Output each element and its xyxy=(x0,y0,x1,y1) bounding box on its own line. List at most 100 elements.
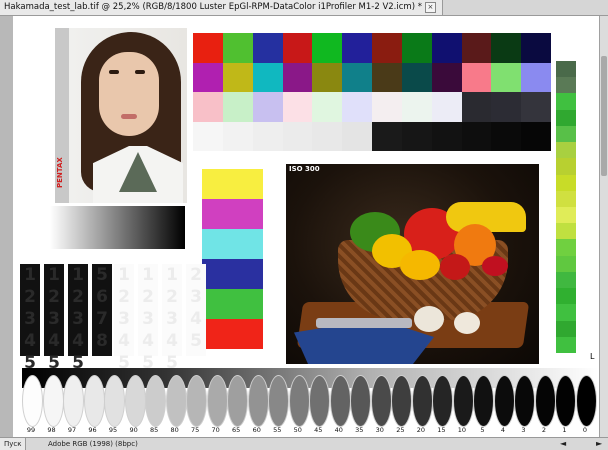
color-patch xyxy=(372,33,402,63)
color-patch xyxy=(461,33,492,63)
color-patch xyxy=(312,62,343,92)
gray-ellipse-label: 25 xyxy=(396,426,405,434)
gray-ellipse xyxy=(288,375,310,427)
green-step-patch xyxy=(556,109,576,126)
gray-ellipse xyxy=(576,375,597,427)
vertical-color-strip xyxy=(202,169,263,349)
light-digit-bar: 12345 xyxy=(114,264,134,373)
green-step-patch xyxy=(556,223,576,240)
color-patch-grid xyxy=(193,33,551,151)
green-step-patch xyxy=(556,61,576,78)
gray-ellipse xyxy=(42,375,64,427)
gray-ellipse xyxy=(555,375,577,427)
color-patch xyxy=(491,62,522,92)
dark-digit-bar: 5678 xyxy=(92,264,112,356)
color-patch xyxy=(372,92,402,122)
brand-logo: PENTAX xyxy=(56,157,64,189)
gray-ellipse xyxy=(370,375,392,427)
color-patch xyxy=(222,121,253,151)
portrait-lips xyxy=(121,114,137,119)
gray-ellipse-label: 5 xyxy=(480,426,485,434)
color-patch xyxy=(342,33,372,63)
gray-ellipse-label: 65 xyxy=(232,426,241,434)
color-patch xyxy=(222,33,253,63)
document-tab[interactable]: Hakamada_test_lab.tif @ 25,2% (RGB/8/180… xyxy=(0,0,443,15)
light-digit-bar: 2345 xyxy=(186,264,206,356)
color-patch xyxy=(461,121,492,151)
gray-ellipse-label: 55 xyxy=(273,426,282,434)
vertical-color-patch xyxy=(202,169,263,199)
gradient-bar xyxy=(50,206,185,249)
gray-ellipse xyxy=(514,375,536,427)
green-step-patch xyxy=(556,320,576,337)
gray-ellipse xyxy=(186,375,208,427)
gray-ellipse xyxy=(124,375,146,427)
color-patch xyxy=(461,62,492,92)
dark-digit-bar: 12345 xyxy=(20,264,40,373)
color-patch xyxy=(222,92,253,122)
gray-ellipse xyxy=(493,375,515,427)
color-patch xyxy=(342,121,372,151)
green-step-patch xyxy=(556,142,576,159)
color-patch xyxy=(491,33,522,63)
light-digit-bar: 12345 xyxy=(138,264,158,373)
canvas-left-margin xyxy=(0,16,13,437)
dark-digit-bars: 1234512345123455678 xyxy=(20,264,115,373)
gray-ellipse-label: 4 xyxy=(500,426,505,434)
gray-ellipse-label: 40 xyxy=(334,426,343,434)
gray-ellipse-label: 2 xyxy=(541,426,547,434)
color-patch xyxy=(372,121,402,151)
gray-ellipse xyxy=(534,375,556,427)
vertical-color-patch xyxy=(202,319,263,349)
gray-ellipse-label: 98 xyxy=(47,426,56,434)
green-step-patch xyxy=(556,190,576,207)
gray-ellipse-label: 50 xyxy=(293,426,302,434)
color-patch xyxy=(312,92,343,122)
scroll-right-arrow-icon[interactable]: ► xyxy=(596,438,602,450)
gray-ellipse xyxy=(411,375,433,427)
portrait-eye-right xyxy=(135,70,145,74)
gray-ellipse-row xyxy=(22,375,598,427)
document-tab-bar: Hakamada_test_lab.tif @ 25,2% (RGB/8/180… xyxy=(0,0,608,16)
color-patch xyxy=(401,92,432,122)
gray-ellipse-label: 90 xyxy=(129,426,138,434)
green-step-patch xyxy=(556,77,576,94)
gray-ellipse-label: 35 xyxy=(355,426,364,434)
color-patch xyxy=(193,33,223,63)
color-patch xyxy=(282,62,313,92)
crop-mark: L xyxy=(590,352,595,361)
color-patch xyxy=(401,33,432,63)
start-button[interactable]: Пуск xyxy=(0,438,27,450)
iso-label: ISO 300 xyxy=(289,165,320,173)
green-step-patch xyxy=(556,271,576,289)
gray-ellipse-label: 96 xyxy=(88,426,97,434)
color-patch xyxy=(431,92,462,122)
color-patch xyxy=(282,33,313,63)
gray-ellipse xyxy=(432,375,454,427)
color-patch xyxy=(491,121,522,151)
green-step-patch xyxy=(556,206,576,224)
color-patch xyxy=(252,92,283,122)
color-patch xyxy=(431,121,462,151)
green-step-patch xyxy=(556,288,576,305)
scrollbar-thumb[interactable] xyxy=(601,56,607,176)
vertical-color-patch xyxy=(202,229,263,259)
close-tab-icon[interactable]: × xyxy=(424,2,436,13)
document-canvas[interactable]: PENTAX 1234512345123455678 1234512345123… xyxy=(0,16,599,437)
green-step-patch xyxy=(556,125,576,143)
vertical-scrollbar[interactable] xyxy=(599,16,608,437)
gray-ellipse xyxy=(165,375,187,427)
red-pepper-second xyxy=(482,256,508,276)
gray-ellipse-label: 85 xyxy=(149,426,159,434)
gray-ellipse xyxy=(309,375,331,427)
color-patch xyxy=(521,62,551,92)
gray-ellipse-label: 70 xyxy=(211,426,220,434)
scroll-left-arrow-icon[interactable]: ◄ xyxy=(560,438,566,450)
color-patch xyxy=(342,62,372,92)
green-step-patch xyxy=(556,336,576,353)
gray-ellipse xyxy=(104,375,126,427)
color-patch xyxy=(282,92,313,122)
fruit-basket-photo: ISO 300 xyxy=(286,164,539,364)
color-patch xyxy=(521,121,551,151)
gray-ellipse-label: 3 xyxy=(521,426,526,434)
